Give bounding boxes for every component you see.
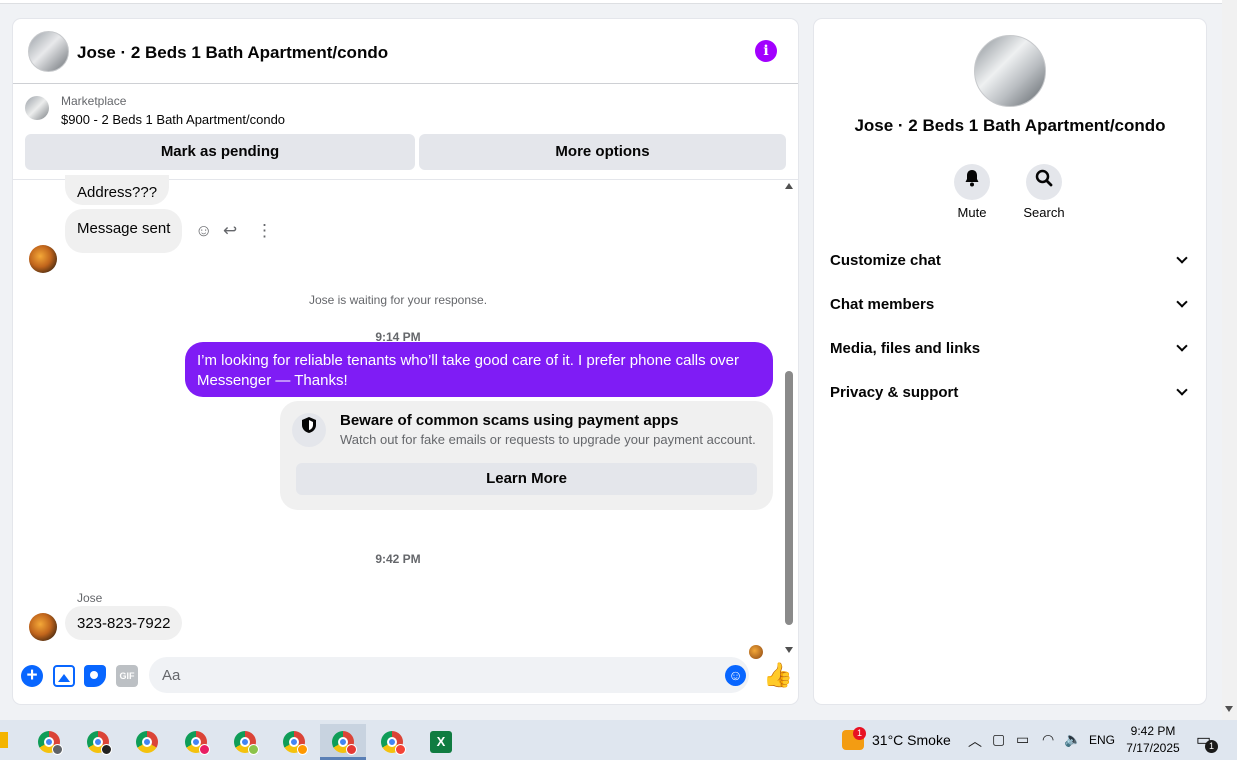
scroll-down-arrow[interactable] (785, 647, 793, 653)
file-explorer-icon[interactable] (0, 732, 8, 748)
mute-label[interactable]: Mute (937, 205, 1007, 220)
search-icon[interactable] (1026, 164, 1062, 200)
gif-icon[interactable]: GIF (116, 665, 138, 687)
notifications-badge: 1 (1205, 740, 1218, 753)
chevron-down-icon (1176, 252, 1188, 264)
taskbar-chrome[interactable] (26, 724, 72, 760)
taskbar-chrome-active[interactable] (320, 724, 366, 760)
mark-pending-button[interactable]: Mark as pending (25, 134, 415, 170)
learn-more-button[interactable]: Learn More (296, 463, 757, 495)
message-bubble[interactable]: Message sent (65, 209, 183, 253)
chat-title[interactable]: Jose · 2 Beds 1 Bath Apartment/condo (77, 43, 388, 63)
media-files-row[interactable]: Media, files and links (830, 333, 1192, 365)
taskbar-chrome[interactable] (222, 724, 268, 760)
scam-subtitle: Watch out for fake emails or requests to… (340, 432, 756, 447)
composer: + GIF ☺ 👍 (13, 655, 798, 704)
page-scroll-down-arrow[interactable] (1225, 706, 1233, 712)
chevron-down-icon (1176, 384, 1188, 396)
top-strip (0, 0, 1222, 4)
bell-icon[interactable] (954, 164, 990, 200)
scam-warning-card: Beware of common scams using payment app… (280, 401, 773, 510)
taskbar-chrome[interactable] (124, 724, 170, 760)
volume-icon[interactable]: 🔈 (1064, 731, 1081, 748)
emoji-react-icon[interactable]: ☺ (195, 221, 212, 241)
emoji-icon[interactable]: ☺ (725, 665, 746, 686)
chevron-down-icon (1176, 296, 1188, 308)
menu-label: Chat members (830, 296, 935, 313)
battery-icon[interactable]: ▭ (1016, 731, 1029, 748)
chat-members-row[interactable]: Chat members (830, 289, 1192, 321)
profile-avatar[interactable] (974, 35, 1046, 107)
sender-name: Jose (77, 591, 103, 605)
marketplace-banner: Marketplace $900 - 2 Beds 1 Bath Apartme… (13, 84, 798, 180)
reply-icon[interactable]: ↩ (223, 221, 237, 241)
wifi-icon[interactable]: ◠ (1042, 731, 1054, 748)
avatar[interactable] (29, 245, 57, 273)
chat-header: Jose · 2 Beds 1 Bath Apartment/condo i (13, 19, 798, 84)
timestamp: 9:42 PM (375, 552, 421, 566)
clock[interactable]: 9:42 PM 7/17/2025 (1122, 723, 1184, 757)
message-input[interactable] (149, 657, 749, 693)
like-icon[interactable]: 👍 (763, 661, 793, 690)
profile-icon (346, 744, 357, 755)
scroll-thumb[interactable] (785, 371, 793, 625)
waiting-notice: Jose is waiting for your response. (308, 293, 488, 307)
page-scrollbar[interactable] (1222, 0, 1237, 720)
search-label[interactable]: Search (1009, 205, 1079, 220)
profile-icon (395, 744, 406, 755)
marketplace-label: Marketplace (61, 94, 127, 108)
profile-icon (199, 744, 210, 755)
taskbar-excel[interactable]: X (418, 724, 464, 760)
customize-chat-row[interactable]: Customize chat (830, 245, 1192, 277)
more-icon[interactable]: ⋮ (256, 221, 273, 241)
weather-text[interactable]: 31°C Smoke (872, 732, 951, 748)
listing-title[interactable]: $900 - 2 Beds 1 Bath Apartment/condo (61, 112, 285, 127)
taskbar-chrome[interactable] (369, 724, 415, 760)
profile-icon (52, 744, 63, 755)
scam-title: Beware of common scams using payment app… (340, 412, 679, 429)
chat-info-panel: Jose · 2 Beds 1 Bath Apartment/condo Mut… (814, 19, 1206, 704)
info-icon[interactable]: i (755, 40, 777, 62)
outgoing-message[interactable]: I’m looking for reliable tenants who’ll … (185, 342, 773, 397)
chevron-up-icon[interactable]: ︿ (968, 731, 982, 751)
message-list[interactable]: Address??? Message sent ☺ ↩ ⋮ Jose is wa… (13, 175, 798, 659)
profile-icon (297, 744, 308, 755)
chat-avatar[interactable] (28, 31, 69, 72)
clock-date: 7/17/2025 (1126, 741, 1180, 755)
excel-icon: X (430, 731, 452, 753)
meet-now-icon[interactable]: ▢ (992, 731, 1005, 748)
menu-label: Privacy & support (830, 384, 959, 401)
profile-icon (248, 744, 259, 755)
language-indicator[interactable]: ENG (1089, 733, 1115, 747)
plus-icon[interactable]: + (21, 665, 43, 687)
listing-thumbnail[interactable] (25, 96, 49, 120)
taskbar-chrome[interactable] (271, 724, 317, 760)
profile-icon (101, 744, 112, 755)
clock-time: 9:42 PM (1130, 724, 1176, 738)
privacy-support-row[interactable]: Privacy & support (830, 377, 1192, 409)
weather-badge: 1 (853, 727, 866, 740)
more-options-button[interactable]: More options (419, 134, 786, 170)
avatar[interactable] (29, 613, 57, 641)
chat-panel: Jose · 2 Beds 1 Bath Apartment/condo i M… (13, 19, 798, 704)
chevron-down-icon (1176, 340, 1188, 352)
menu-label: Customize chat (830, 252, 941, 269)
taskbar-chrome[interactable] (75, 724, 121, 760)
photo-icon[interactable] (53, 665, 75, 687)
info-title: Jose · 2 Beds 1 Bath Apartment/condo (854, 116, 1166, 135)
sticker-icon[interactable] (84, 665, 106, 687)
menu-label: Media, files and links (830, 340, 981, 357)
shield-icon (292, 413, 326, 447)
message-bubble[interactable]: Address??? (65, 175, 170, 205)
scroll-up-arrow[interactable] (785, 183, 793, 189)
message-scrollbar[interactable] (783, 181, 796, 655)
chrome-icon (136, 731, 158, 753)
taskbar-chrome[interactable] (173, 724, 219, 760)
message-bubble[interactable]: 323-823-7922 (65, 606, 183, 640)
